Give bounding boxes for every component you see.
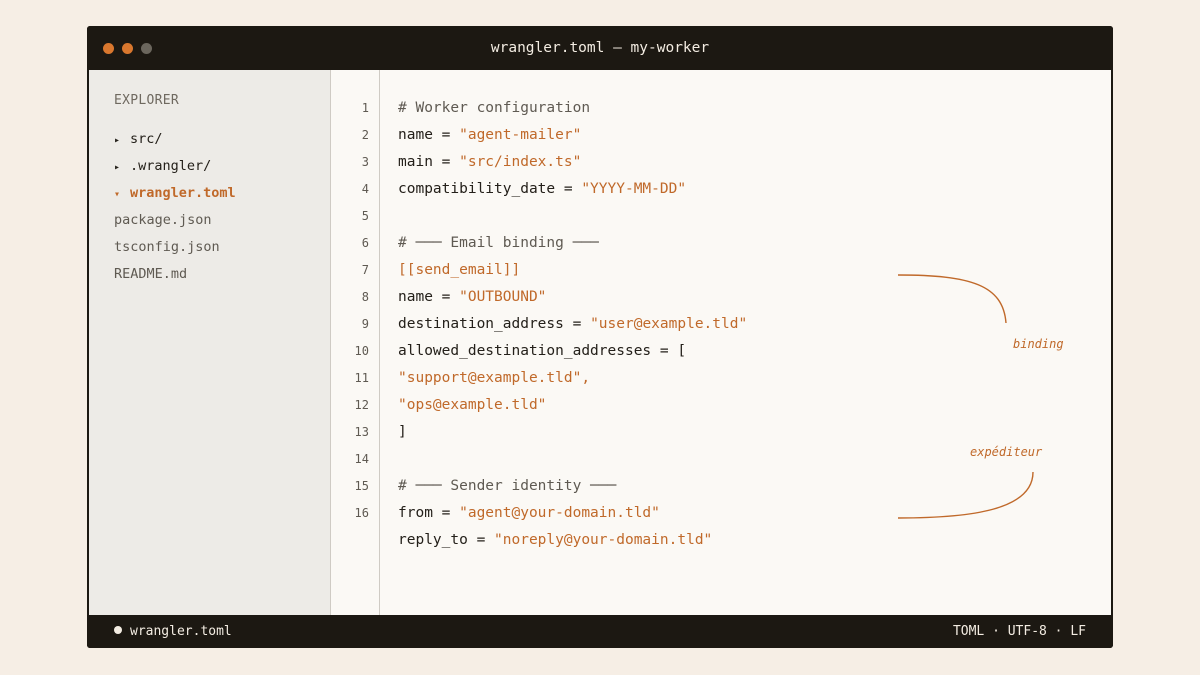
code-token-plain: compatibility_date = [398, 181, 582, 197]
line-number: 4 [361, 182, 369, 196]
binding-annotation-label: binding [1013, 337, 1064, 351]
code-token-plain: name = [398, 127, 460, 143]
line-number: 3 [361, 155, 369, 169]
code-token-string: "user@example.tld" [590, 316, 748, 332]
editor-window: wrangler.toml — my-worker EXPLORER ▸ src/… [87, 26, 1113, 648]
file-tree-item[interactable]: README.md [114, 264, 187, 284]
code-line: # ─── Sender identity ─── [398, 473, 616, 500]
code-line: name = "OUTBOUND" [398, 284, 546, 311]
code-line: from = "agent@your-domain.tld" [398, 500, 660, 527]
file-tree-item-label: README.md [114, 266, 188, 282]
file-tree-item-label: wrangler.toml [130, 185, 236, 201]
chevron-right-icon: ▸ [114, 135, 121, 146]
workbench: EXPLORER ▸ src/ ▸ .wrangler/ ▾ wrangler.toml p… [89, 70, 1111, 615]
code-line: [[send_email]] [398, 257, 520, 284]
line-number: 10 [354, 344, 369, 358]
code-line: compatibility_date = "YYYY-MM-DD" [398, 176, 686, 203]
code-token-string: "src/index.ts" [459, 154, 582, 170]
file-tree-item[interactable]: tsconfig.json [114, 237, 220, 257]
code-line: "ops@example.tld" [398, 392, 546, 419]
file-tree-item[interactable]: package.json [114, 210, 212, 230]
line-number: 9 [361, 317, 369, 331]
code-line: # Worker configuration [398, 95, 590, 122]
status-bar: wrangler.toml TOML · UTF-8 · LF [87, 615, 1113, 648]
binding-annotation-curve [897, 274, 1007, 324]
code-line: # ─── Email binding ─── [398, 230, 599, 257]
window-title: wrangler.toml — my-worker [490, 40, 710, 56]
code-line: ] [398, 419, 407, 446]
line-number: 2 [361, 128, 369, 142]
code-token-string: "OUTBOUND" [459, 289, 547, 305]
code-line: allowed_destination_addresses = [ [398, 338, 686, 365]
file-tree-item[interactable]: ▸ src/ [114, 129, 163, 149]
unsaved-dot-icon [114, 626, 122, 634]
line-number: 1 [361, 101, 369, 115]
line-number: 14 [354, 452, 369, 466]
file-tree-item-label: .wrangler/ [130, 158, 212, 174]
chevron-down-icon: ▾ [114, 189, 121, 200]
code-token-plain: destination_address = [398, 316, 591, 332]
explorer-heading: EXPLORER [114, 93, 180, 108]
file-tree-item[interactable]: ▸ .wrangler/ [114, 156, 211, 176]
code-editor[interactable]: 1 2 3 4 5 6 7 8 9 10 11 12 13 14 15 16 # Worker configu… [331, 70, 1111, 615]
status-file[interactable]: wrangler.toml [114, 615, 232, 648]
file-tree-item-label: tsconfig.json [114, 239, 220, 255]
line-number: 5 [361, 209, 369, 223]
code-token-string: "YYYY-MM-DD" [581, 181, 687, 197]
code-token-plain: reply_to = [398, 532, 495, 548]
code-token-plain: ] [398, 424, 407, 440]
code-token-string: "support@example.tld", [398, 370, 591, 386]
code-token-string: "noreply@your-domain.tld" [494, 532, 713, 548]
code-token-comment: # Worker configuration [398, 100, 591, 116]
code-line: reply_to = "noreply@your-domain.tld" [398, 527, 712, 554]
explorer-sidebar: EXPLORER ▸ src/ ▸ .wrangler/ ▾ wrangler.toml p… [89, 70, 331, 615]
status-filename: wrangler.toml [130, 624, 232, 639]
code-token-plain: main = [398, 154, 460, 170]
chevron-right-icon: ▸ [114, 162, 121, 173]
line-number: 11 [354, 371, 369, 385]
code-token-string: "ops@example.tld" [398, 397, 547, 413]
code-token-comment: # ─── Sender identity ─── [398, 478, 617, 494]
code-line: name = "agent-mailer" [398, 122, 581, 149]
line-number: 7 [361, 263, 369, 277]
code-token-plain: allowed_destination_addresses = [ [398, 343, 687, 359]
line-number: 16 [354, 506, 369, 520]
code-line: destination_address = "user@example.tld" [398, 311, 747, 338]
sender-annotation-curve [897, 471, 1034, 519]
line-number: 15 [354, 479, 369, 493]
code-token-plain: name = [398, 289, 460, 305]
status-info[interactable]: TOML · UTF-8 · LF [953, 615, 1086, 648]
file-tree-item-label: src/ [130, 131, 163, 147]
code-token-plain: from = [398, 505, 460, 521]
line-number-gutter: 1 2 3 4 5 6 7 8 9 10 11 12 13 14 15 16 [331, 70, 380, 615]
code-line: main = "src/index.ts" [398, 149, 581, 176]
file-tree-item[interactable]: ▾ wrangler.toml [114, 183, 236, 203]
file-tree-item-label: package.json [114, 212, 212, 228]
line-number: 13 [354, 425, 369, 439]
sender-annotation-label: expéditeur [970, 445, 1043, 459]
line-number: 6 [361, 236, 369, 250]
code-token-string: "agent-mailer" [459, 127, 582, 143]
code-token-string: "agent@your-domain.tld" [459, 505, 660, 521]
line-number: 12 [354, 398, 369, 412]
code-line: "support@example.tld", [398, 365, 590, 392]
title-bar: wrangler.toml — my-worker [87, 26, 1113, 70]
code-token-comment: # ─── Email binding ─── [398, 235, 599, 251]
code-token-table: [[send_email]] [398, 262, 521, 278]
line-number: 8 [361, 290, 369, 304]
